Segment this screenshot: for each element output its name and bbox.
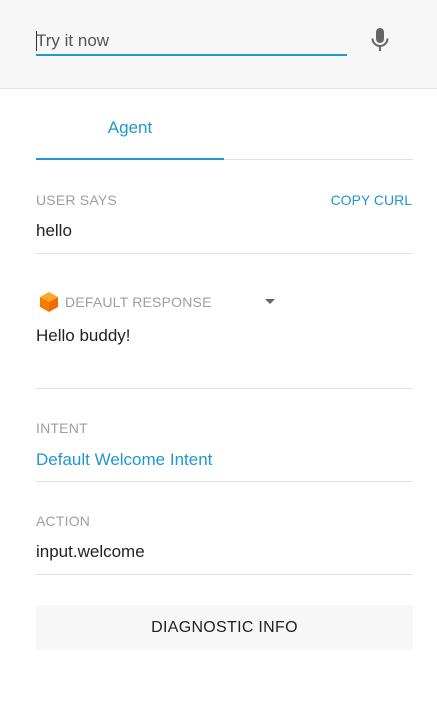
test-console-header [0,0,437,89]
default-response-label: DEFAULT RESPONSE [65,294,212,310]
action-value: input.welcome [36,542,145,561]
cube-icon [39,291,59,313]
try-it-now-input[interactable] [36,28,347,56]
diagnostic-info-button[interactable]: DIAGNOSTIC INFO [36,605,413,650]
chevron-down-icon[interactable] [263,294,277,308]
intent-label: INTENT [36,420,88,436]
intent-link[interactable]: Default Welcome Intent [36,450,212,470]
tab-agent[interactable]: Agent [36,108,224,160]
divider [36,253,413,254]
default-response-value: Hello buddy! [36,326,131,345]
text-cursor [36,31,37,51]
action-label: ACTION [36,513,91,529]
tab-divider [224,159,413,160]
microphone-icon[interactable] [368,26,392,54]
divider [36,481,413,482]
divider [36,388,413,389]
copy-curl-link[interactable]: COPY CURL [331,192,412,208]
user-says-value: hello [36,221,72,240]
divider [36,574,413,575]
user-says-label: USER SAYS [36,192,117,208]
